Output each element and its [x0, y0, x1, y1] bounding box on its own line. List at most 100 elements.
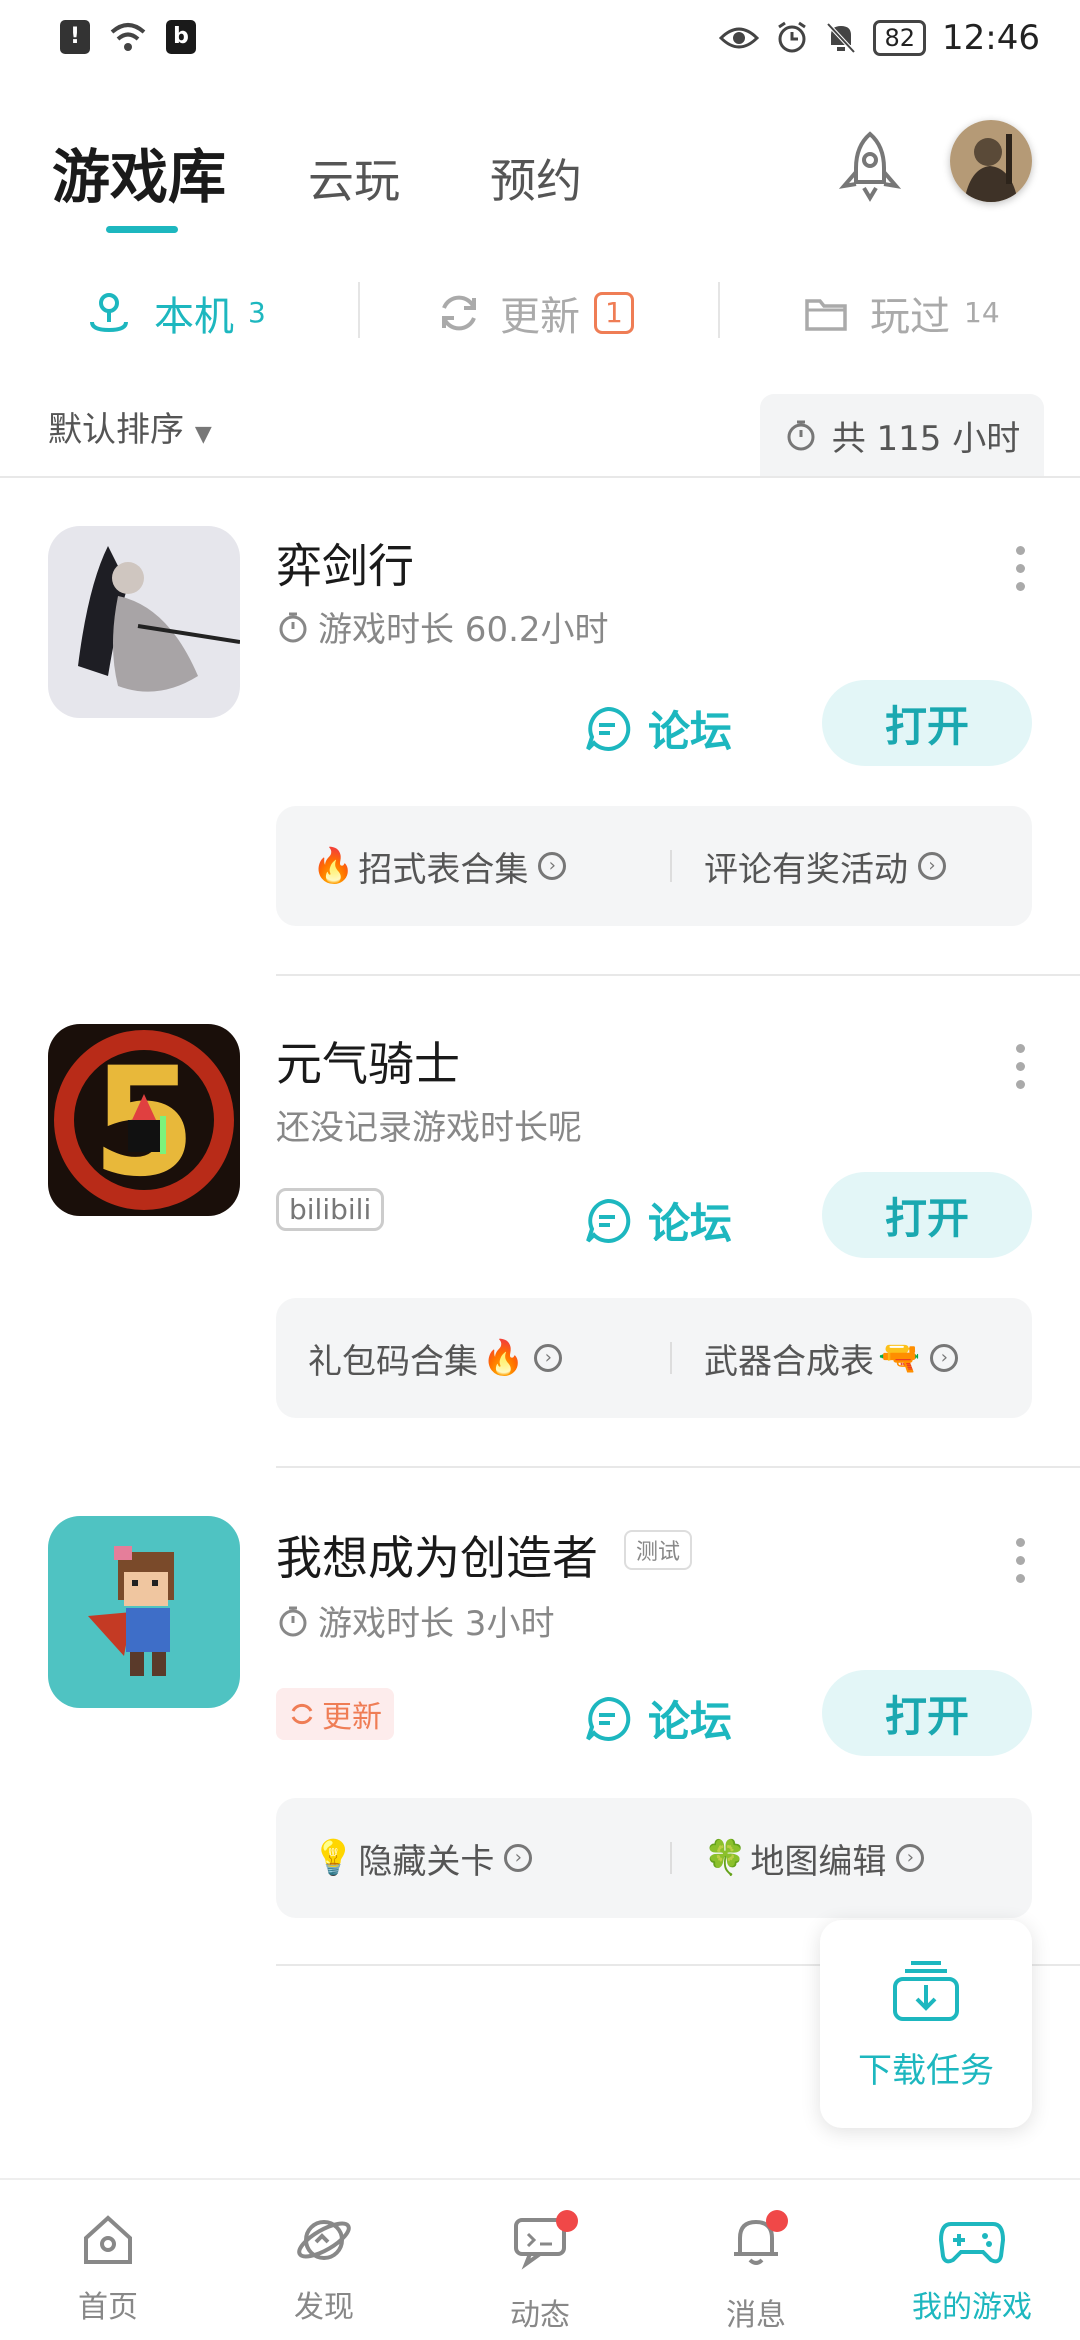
game-link-label: 地图编辑 [750, 1841, 887, 1882]
forum-label: 论坛 [648, 1199, 733, 1248]
open-game-button[interactable]: 打开 [822, 1172, 1032, 1258]
wifi-icon [110, 23, 146, 51]
divider [276, 974, 1080, 976]
divider [0, 476, 1080, 478]
sub-tabs: 本机 3 更新 1 玩过 14 [0, 270, 1080, 355]
clover-icon: 🍀 [704, 1838, 747, 1878]
forum-label: 论坛 [648, 707, 733, 756]
divider [358, 282, 360, 338]
game-title[interactable]: 元气骑士 [276, 1028, 460, 1094]
game-link[interactable]: 武器合成表 🔫 › [704, 1298, 959, 1418]
game-link[interactable]: 💡 隐藏关卡 › [312, 1798, 533, 1918]
clock: 12:46 [942, 18, 1040, 58]
total-playtime: 共 115 小时 [760, 394, 1044, 476]
fire-icon: 🔥 [312, 846, 355, 886]
tab-reservation[interactable]: 预约 [490, 145, 582, 211]
download-task-button[interactable]: 下载任务 [820, 1920, 1032, 2128]
timer-icon [279, 612, 307, 642]
chevron-right-icon: › [918, 852, 946, 880]
folder-icon [805, 298, 847, 331]
tab-cloud-play[interactable]: 云玩 [308, 145, 400, 211]
open-game-button[interactable]: 打开 [822, 1670, 1032, 1756]
bottom-nav: 首页 发现 动态 消息 我的游戏 [0, 2178, 1080, 2340]
mute-icon [827, 22, 856, 54]
game-icon-chuangzaozhe[interactable] [48, 1516, 240, 1708]
active-tab-indicator [106, 226, 178, 233]
forum-button[interactable]: 论坛 [584, 698, 732, 759]
tab-game-library[interactable]: 游戏库 [52, 130, 226, 214]
forum-button[interactable]: 论坛 [584, 1688, 732, 1749]
forum-label: 论坛 [648, 1697, 733, 1746]
nav-label: 消息 [726, 2298, 786, 2333]
more-options-icon[interactable] [1012, 1538, 1028, 1583]
chevron-right-icon: › [504, 1844, 533, 1872]
more-options-icon[interactable] [1012, 546, 1028, 591]
top-tabs: 游戏库 云玩 预约 [52, 130, 672, 214]
game-link-label: 武器合成表 [704, 1341, 874, 1382]
sort-dropdown[interactable]: 默认排序 ▼ [48, 402, 212, 451]
gun-icon: 🔫 [878, 1338, 921, 1378]
more-options-icon[interactable] [1012, 1044, 1028, 1089]
download-task-label: 下载任务 [858, 2050, 994, 2091]
lightbulb-icon: 💡 [312, 1838, 355, 1878]
divider [276, 1466, 1080, 1468]
status-left: ! b [60, 20, 196, 54]
total-playtime-text: 共 115 小时 [831, 418, 1021, 459]
subtab-update[interactable]: 更新 1 [436, 270, 634, 355]
game-title[interactable]: 弈剑行 [276, 530, 414, 596]
subtab-played-label: 玩过 [870, 293, 950, 340]
caret-down-icon: ▼ [194, 422, 212, 447]
notification-dot [766, 2210, 788, 2232]
nav-home[interactable]: 首页 [0, 2210, 216, 2326]
game-icon-yijianxing[interactable] [48, 526, 240, 718]
game-playtime: 游戏时长 3小时 [276, 1596, 554, 1645]
battery-indicator: 82 [873, 20, 927, 56]
rocket-icon[interactable] [832, 128, 908, 204]
beta-tag: 测试 [624, 1530, 693, 1570]
divider [670, 1842, 672, 1874]
update-tag-label: 更新 [322, 1700, 382, 1735]
nav-messages[interactable]: 消息 [648, 2210, 864, 2334]
nav-discover[interactable]: 发现 [216, 2210, 432, 2326]
game-links: 礼包码合集 🔥 › 武器合成表 🔫 › [276, 1298, 1032, 1418]
subtab-played[interactable]: 玩过 14 [804, 270, 1000, 355]
game-link[interactable]: 🔥 招式表合集 › [312, 806, 567, 926]
game-playtime: 还没记录游戏时长呢 [276, 1100, 582, 1149]
forum-icon [586, 1198, 631, 1243]
subtab-played-count: 14 [964, 296, 1000, 329]
user-avatar[interactable] [950, 120, 1032, 202]
nav-my-games[interactable]: 我的游戏 [864, 2210, 1080, 2326]
bilibili-app-icon: b [166, 20, 196, 54]
timer-icon [787, 420, 815, 451]
update-tag[interactable]: 更新 [276, 1688, 394, 1740]
nav-feed[interactable]: 动态 [432, 2210, 648, 2334]
download-tray-icon [893, 1960, 959, 2021]
refresh-icon [442, 295, 476, 330]
game-link-label: 招式表合集 [358, 849, 529, 890]
game-link[interactable]: 🍀 地图编辑 › [704, 1798, 925, 1918]
subtab-local-count: 3 [248, 296, 266, 329]
game-playtime-text: 游戏时长 3小时 [318, 1604, 555, 1644]
timer-icon [279, 1606, 307, 1636]
divider [670, 850, 672, 882]
subtab-local[interactable]: 本机 3 [86, 270, 266, 355]
game-title[interactable]: 我想成为创造者 [276, 1522, 598, 1588]
update-count-badge: 1 [594, 291, 634, 334]
subtab-update-label: 更新 [500, 293, 580, 340]
open-game-button[interactable]: 打开 [822, 680, 1032, 766]
game-link[interactable]: 评论有奖活动 › [704, 806, 946, 926]
status-right: 82 12:46 [719, 18, 1040, 58]
alert-icon: ! [60, 20, 90, 54]
status-bar: ! b 82 12:46 [0, 0, 1080, 80]
game-link[interactable]: 礼包码合集 🔥 › [308, 1298, 563, 1418]
planet-icon [297, 2220, 351, 2260]
chevron-right-icon: › [534, 1344, 563, 1372]
divider [670, 1342, 672, 1374]
game-icon-yuanqiqishi[interactable]: 5 [48, 1024, 240, 1216]
subtab-local-label: 本机 [154, 293, 234, 340]
chevron-right-icon: › [930, 1344, 959, 1372]
game-links: 💡 隐藏关卡 › 🍀 地图编辑 › [276, 1798, 1032, 1918]
game-playtime-text: 游戏时长 60.2小时 [318, 610, 609, 650]
forum-button[interactable]: 论坛 [584, 1190, 732, 1251]
divider [718, 282, 720, 338]
